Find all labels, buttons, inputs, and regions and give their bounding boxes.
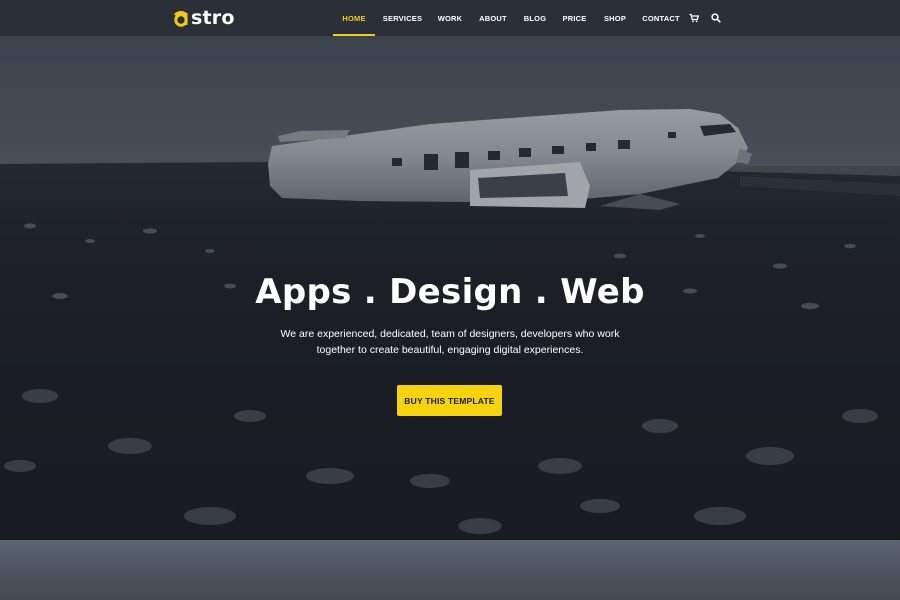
hero-section: Apps . Design . Web We are experienced, … [0,36,900,540]
main-nav: HOME SERVICES WORK ABOUT BLOG PRICE SHOP… [333,0,687,36]
nav-home[interactable]: HOME [333,0,375,36]
search-icon[interactable] [709,11,723,25]
brand-logo[interactable]: stro [172,7,235,29]
nav-price[interactable]: PRICE [554,0,595,36]
buy-template-button[interactable]: BUY THIS TEMPLATE [397,385,502,416]
nav-about[interactable]: ABOUT [470,0,516,36]
logo-text: stro [191,7,235,29]
cart-icon[interactable] [687,11,701,25]
nav-services[interactable]: SERVICES [375,0,430,36]
nav-shop[interactable]: SHOP [595,0,635,36]
nav-blog[interactable]: BLOG [516,0,554,36]
logo-mark-icon [172,9,190,27]
hero-subtitle: We are experienced, dedicated, team of d… [280,328,620,356]
top-navbar: stro HOME SERVICES WORK ABOUT BLOG PRICE… [0,0,900,36]
nav-work[interactable]: WORK [430,0,470,36]
nav-contact[interactable]: CONTACT [635,0,687,36]
next-section-preview [0,540,900,600]
hero-title: Apps . Design . Web [255,272,645,312]
